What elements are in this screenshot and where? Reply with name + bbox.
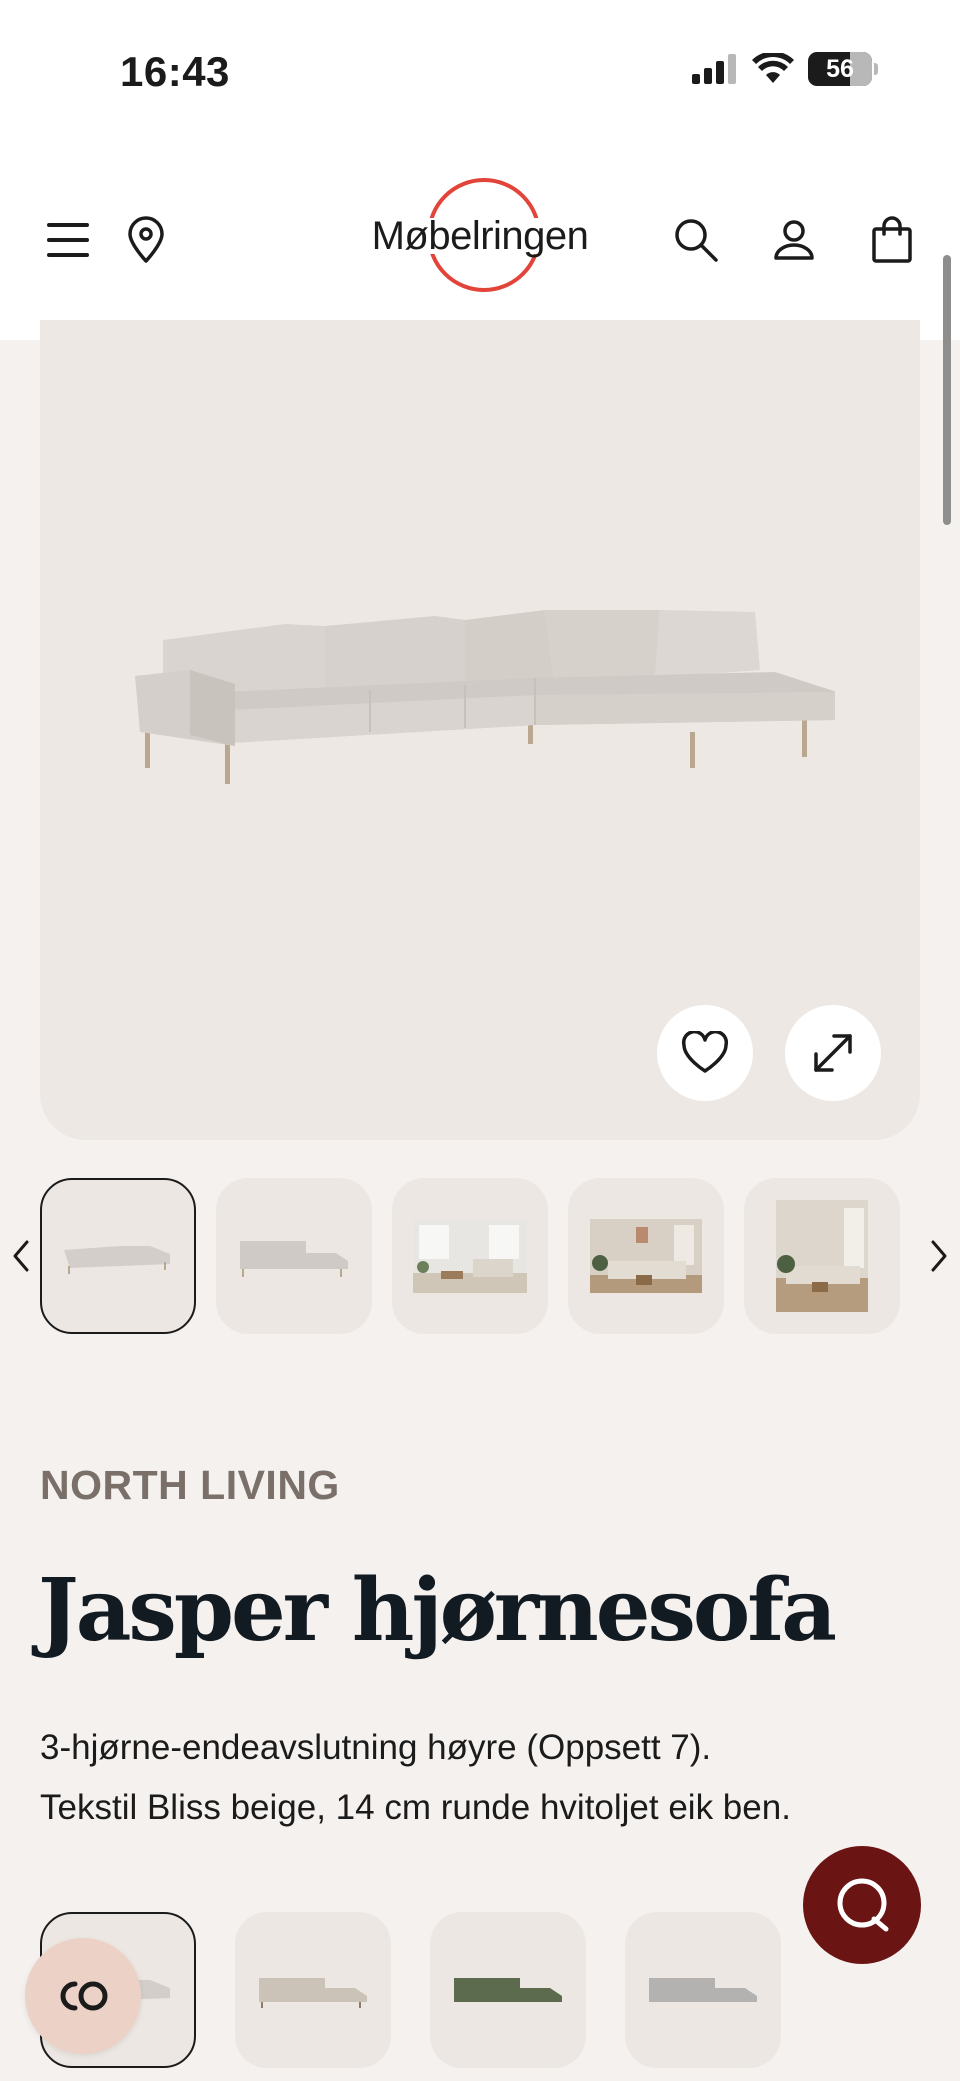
battery-level: 56	[826, 54, 854, 83]
gallery-thumbnail[interactable]	[744, 1178, 900, 1334]
site-logo[interactable]: Møbelringen	[355, 178, 605, 298]
gallery-next-button[interactable]	[924, 1233, 954, 1279]
room-thumbnail-image	[413, 1219, 527, 1293]
chat-button[interactable]	[803, 1846, 921, 1964]
account-button[interactable]	[766, 212, 822, 268]
menu-icon	[47, 223, 89, 257]
gallery-thumbnail[interactable]	[568, 1178, 724, 1334]
site-header: Møbelringen	[0, 130, 960, 340]
status-time: 16:43	[120, 48, 230, 95]
battery-tip	[874, 63, 878, 75]
battery-indicator: 56	[808, 52, 872, 86]
store-locator-button[interactable]	[118, 212, 174, 268]
product-description: 3-hjørne-endeavslutning høyre (Oppsett 7…	[40, 1718, 920, 1838]
search-icon	[675, 219, 718, 262]
room-thumbnail-image	[776, 1200, 868, 1312]
variant-option[interactable]	[625, 1912, 781, 2068]
logo-text: Møbelringen	[371, 214, 589, 258]
sofa-thumbnail-image	[240, 1241, 348, 1277]
cookie-settings-icon	[60, 1981, 108, 2011]
location-pin-icon	[128, 216, 164, 263]
search-button[interactable]	[668, 212, 724, 268]
sofa-variant-image	[649, 1978, 757, 2002]
product-title: Jasper hjørnesofa	[38, 1560, 837, 1661]
chat-bubble-icon	[837, 1878, 889, 1932]
sofa-variant-image	[259, 1978, 367, 2008]
scrollbar[interactable]	[943, 255, 951, 525]
variant-option[interactable]	[235, 1912, 391, 2068]
menu-button[interactable]	[40, 212, 96, 268]
product-page: 16:43 56 Møbelringen NORTH LIVING Jasper…	[0, 0, 960, 2081]
image-gallery-thumbnails	[0, 1178, 960, 1338]
expand-icon	[814, 1034, 852, 1072]
heart-icon	[681, 1031, 729, 1073]
sofa-thumbnail-image	[64, 1246, 170, 1274]
gallery-thumbnail[interactable]	[40, 1178, 196, 1334]
chevron-left-icon	[13, 1240, 29, 1272]
fullscreen-button[interactable]	[785, 1005, 881, 1101]
wifi-icon	[752, 53, 794, 83]
product-main-image[interactable]	[40, 320, 920, 1140]
cookie-consent-button[interactable]	[25, 1938, 141, 2054]
product-description-line: Tekstil Bliss beige, 14 cm runde hvitolj…	[40, 1788, 791, 1827]
shopping-bag-icon	[872, 216, 912, 263]
favorite-button[interactable]	[657, 1005, 753, 1101]
corner-sofa-image	[135, 610, 835, 784]
variant-option[interactable]	[430, 1912, 586, 2068]
sofa-variant-image	[454, 1978, 562, 2002]
status-icons: 56	[692, 52, 878, 86]
signal-icon	[692, 54, 736, 84]
user-icon	[774, 220, 814, 260]
room-thumbnail-image	[590, 1219, 702, 1293]
product-brand[interactable]: NORTH LIVING	[40, 1462, 340, 1509]
gallery-thumbnail[interactable]	[392, 1178, 548, 1334]
cart-button[interactable]	[864, 212, 920, 268]
gallery-prev-button[interactable]	[6, 1233, 36, 1279]
product-description-line: 3-hjørne-endeavslutning høyre (Oppsett 7…	[40, 1728, 712, 1767]
chevron-right-icon	[931, 1240, 947, 1272]
status-bar: 16:43 56	[0, 0, 960, 130]
gallery-thumbnail[interactable]	[216, 1178, 372, 1334]
